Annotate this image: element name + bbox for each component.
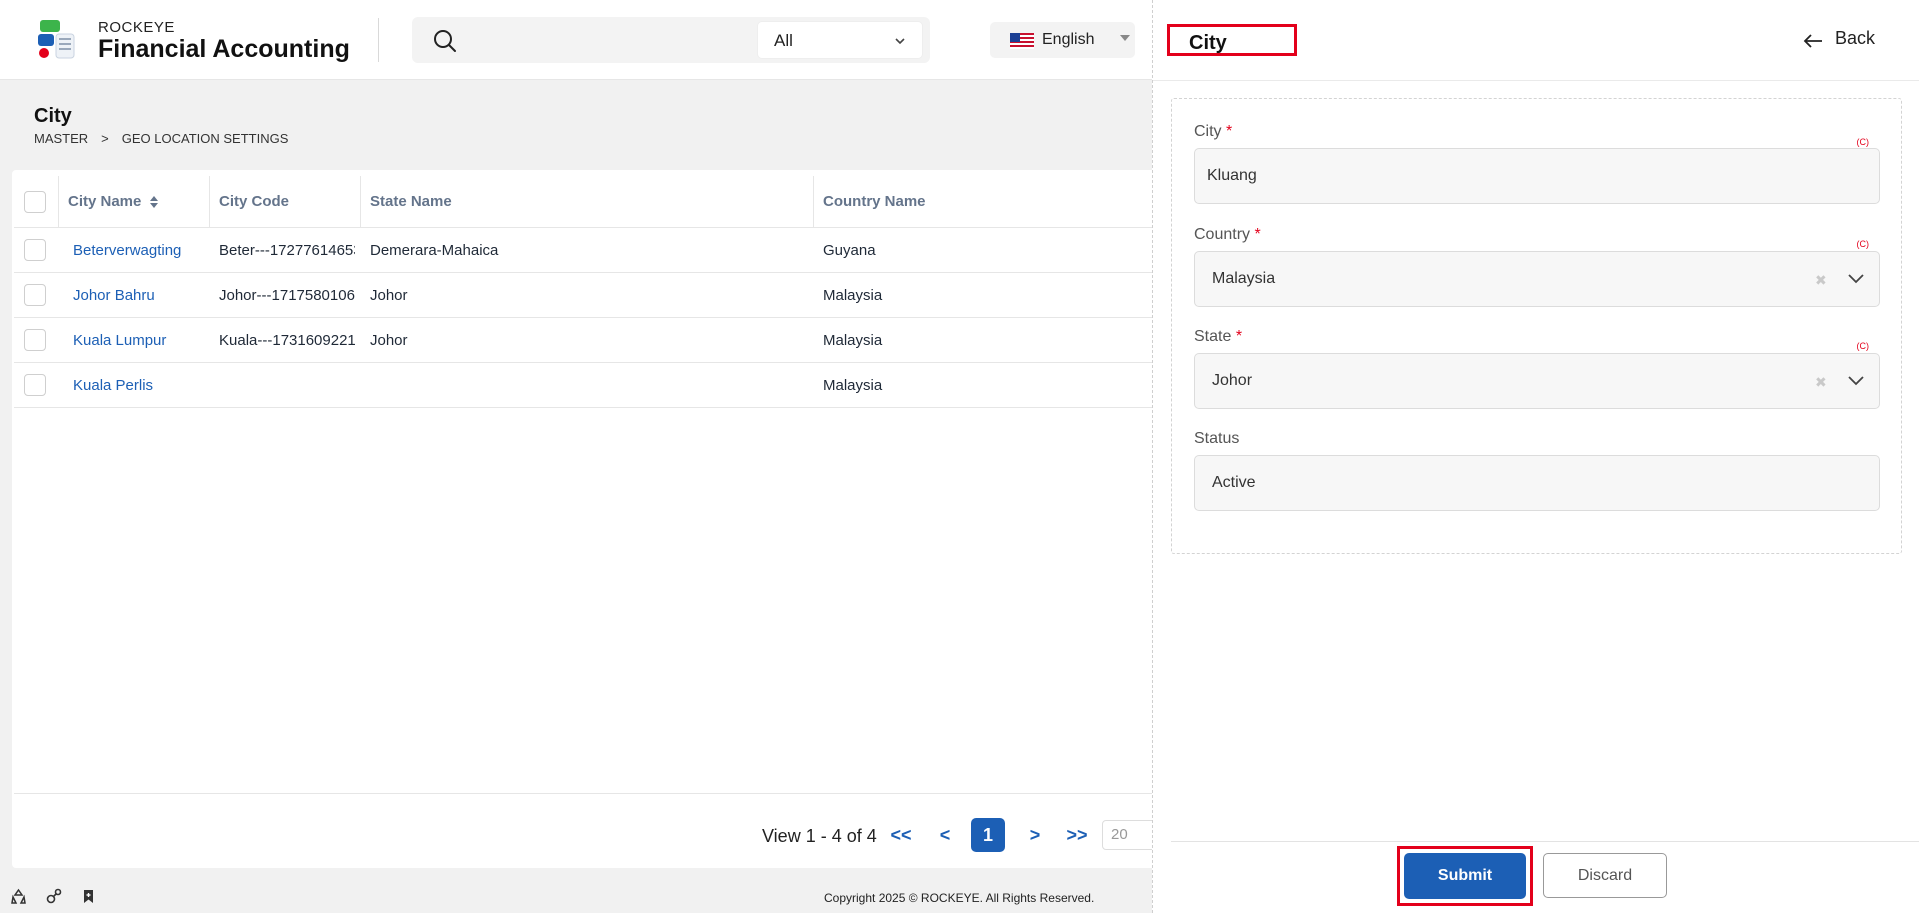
chevron-down-icon bbox=[894, 34, 906, 46]
current-page-button[interactable]: 1 bbox=[971, 818, 1005, 852]
state-field-label: State * bbox=[1194, 328, 1243, 345]
sort-icon[interactable] bbox=[149, 195, 159, 209]
settings-icon[interactable] bbox=[45, 888, 62, 905]
state-select[interactable]: Johor ✖ bbox=[1194, 353, 1880, 409]
brand-product-name: Financial Accounting bbox=[98, 35, 350, 63]
column-header-state-name[interactable]: State Name bbox=[370, 176, 810, 227]
country-name-cell: Malaysia bbox=[823, 331, 883, 349]
pagination-divider bbox=[14, 793, 1170, 794]
copyright-text: Copyright 2025 © ROCKEYE. All Rights Res… bbox=[824, 891, 1095, 905]
city-code-cell bbox=[219, 363, 355, 407]
city-input[interactable]: Kluang bbox=[1194, 148, 1880, 204]
caret-down-icon bbox=[1120, 35, 1130, 41]
submit-highlight: Submit bbox=[1397, 846, 1533, 906]
row-checkbox[interactable] bbox=[24, 374, 46, 396]
breadcrumb: MASTER > GEO LOCATION SETTINGS bbox=[34, 131, 288, 146]
country-name-cell: Guyana bbox=[823, 241, 876, 259]
clear-icon[interactable]: ✖ bbox=[1815, 273, 1829, 287]
city-code-cell: Beter---17277614653... bbox=[219, 241, 355, 259]
clear-icon[interactable]: ✖ bbox=[1815, 375, 1829, 389]
table-row[interactable]: Johor Bahru Johor---17175801067... Johor… bbox=[14, 273, 1170, 318]
search-filter-select[interactable]: All bbox=[757, 21, 923, 59]
global-search[interactable]: All bbox=[412, 17, 930, 63]
state-select-value: Johor bbox=[1212, 372, 1253, 389]
table-row[interactable]: Beterverwagting Beter---17277614653... D… bbox=[14, 228, 1170, 273]
prev-page-button[interactable]: < bbox=[930, 818, 960, 852]
column-header-country-name[interactable]: Country Name bbox=[823, 176, 1023, 227]
state-field-mark: (C) bbox=[1856, 341, 1870, 351]
breadcrumb-separator: > bbox=[101, 131, 109, 146]
last-page-button[interactable]: >> bbox=[1062, 818, 1092, 852]
status-input[interactable]: Active bbox=[1194, 455, 1880, 511]
us-flag-icon bbox=[1010, 33, 1034, 49]
city-form: City * (C) Kluang Country * (C) Malaysia… bbox=[1171, 98, 1902, 554]
state-name-cell bbox=[370, 363, 810, 407]
table-header-row: City Name City Code State Name Country N… bbox=[14, 176, 1170, 228]
recycle-icon[interactable] bbox=[10, 888, 27, 905]
page-title: City bbox=[34, 105, 72, 127]
language-label: English bbox=[1042, 31, 1095, 48]
city-name-link[interactable]: Johor Bahru bbox=[73, 273, 209, 317]
select-all-cell bbox=[24, 176, 54, 227]
required-mark: * bbox=[1235, 328, 1243, 345]
row-checkbox[interactable] bbox=[24, 239, 46, 261]
back-button[interactable]: Back bbox=[1803, 28, 1875, 49]
bookmark-icon[interactable] bbox=[80, 888, 97, 905]
status-field-label: Status bbox=[1194, 430, 1240, 447]
first-page-button[interactable]: << bbox=[886, 818, 916, 852]
panel-footer-divider bbox=[1171, 841, 1919, 842]
next-page-button[interactable]: > bbox=[1020, 818, 1050, 852]
panel-title: City bbox=[1189, 32, 1227, 54]
country-field-mark: (C) bbox=[1856, 239, 1870, 249]
status-input-value: Active bbox=[1212, 474, 1256, 491]
state-name-cell: Johor bbox=[370, 331, 408, 349]
country-field-label: Country * bbox=[1194, 226, 1261, 243]
header-divider bbox=[378, 18, 379, 62]
country-select-value: Malaysia bbox=[1212, 270, 1276, 287]
country-select[interactable]: Malaysia ✖ bbox=[1194, 251, 1880, 307]
state-name-cell: Johor bbox=[370, 286, 408, 304]
city-field-mark: (C) bbox=[1856, 137, 1870, 147]
rockeye-logo bbox=[36, 18, 78, 62]
city-name-link[interactable]: Kuala Perlis bbox=[73, 363, 209, 407]
panel-title-highlight: City bbox=[1167, 24, 1297, 56]
city-table-card: City Name City Code State Name Country N… bbox=[12, 170, 1170, 868]
city-name-link[interactable]: Kuala Lumpur bbox=[73, 318, 209, 362]
discard-button[interactable]: Discard bbox=[1543, 853, 1667, 898]
required-mark: * bbox=[1254, 226, 1261, 243]
footer-toolbar bbox=[10, 888, 97, 905]
required-mark: * bbox=[1226, 123, 1233, 140]
city-edit-panel: City Back City * (C) Kluang Country * (C… bbox=[1152, 0, 1919, 913]
back-label: Back bbox=[1835, 28, 1876, 48]
arrow-left-icon bbox=[1803, 32, 1823, 48]
brand-company: ROCKEYE bbox=[98, 19, 175, 36]
breadcrumb-item-geo-location-settings[interactable]: GEO LOCATION SETTINGS bbox=[122, 131, 289, 146]
page-size-select[interactable]: 20 bbox=[1102, 820, 1158, 850]
row-checkbox[interactable] bbox=[24, 329, 46, 351]
select-all-checkbox[interactable] bbox=[24, 190, 46, 213]
chevron-down-icon[interactable] bbox=[1847, 374, 1865, 386]
state-name-cell: Demerara-Mahaica bbox=[370, 241, 499, 259]
city-name-link[interactable]: Beterverwagting bbox=[73, 228, 209, 272]
column-header-city-code[interactable]: City Code bbox=[219, 176, 359, 227]
country-name-cell: Malaysia bbox=[823, 286, 883, 304]
panel-header-divider bbox=[1153, 80, 1919, 81]
city-field-label: City * bbox=[1194, 123, 1233, 140]
breadcrumb-item-master[interactable]: MASTER bbox=[34, 131, 88, 146]
city-code-cell: Kuala---17316092217... bbox=[219, 331, 355, 349]
search-icon[interactable] bbox=[432, 28, 458, 54]
city-code-cell: Johor---17175801067... bbox=[219, 286, 355, 304]
column-header-city-name[interactable]: City Name bbox=[68, 176, 208, 227]
city-input-value: Kluang bbox=[1207, 167, 1257, 184]
search-filter-value: All bbox=[774, 31, 793, 50]
submit-button[interactable]: Submit bbox=[1404, 853, 1526, 899]
table-row[interactable]: Kuala Lumpur Kuala---17316092217... Joho… bbox=[14, 318, 1170, 363]
pagination-summary: View 1 - 4 of 4 bbox=[762, 826, 877, 846]
language-selector[interactable]: English bbox=[990, 22, 1135, 58]
table-row[interactable]: Kuala Perlis Malaysia bbox=[14, 363, 1170, 408]
country-name-cell: Malaysia bbox=[823, 376, 883, 394]
chevron-down-icon[interactable] bbox=[1847, 272, 1865, 284]
row-checkbox[interactable] bbox=[24, 284, 46, 306]
